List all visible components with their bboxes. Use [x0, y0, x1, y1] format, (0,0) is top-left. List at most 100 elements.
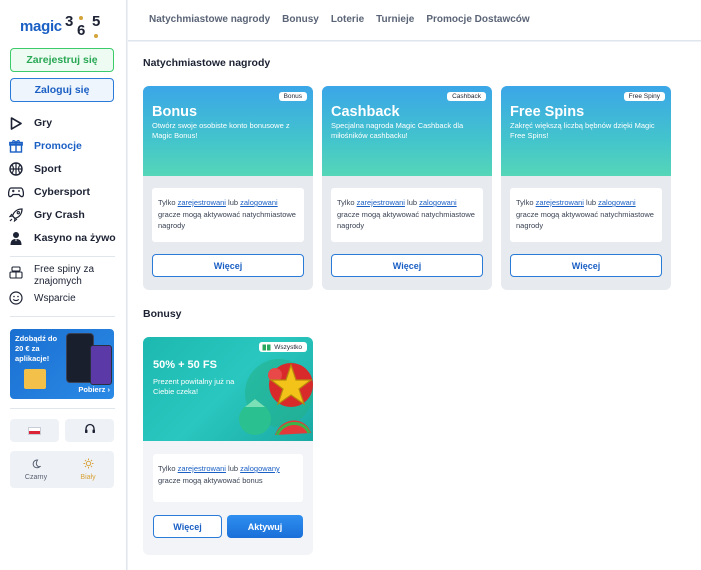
sidebar-item-label: Gry Crash	[34, 209, 85, 221]
sidebar-item-label: Cybersport	[34, 186, 91, 198]
card-info: Tylko zarejestrowani lub zalogowani grac…	[152, 188, 304, 242]
sidebar-item-label: Promocje	[34, 140, 82, 152]
registered-link[interactable]: zarejestrowani	[178, 198, 226, 207]
card-description: Specjalna nagroda Magic Cashback dla mił…	[331, 121, 464, 141]
support-chat-button[interactable]	[65, 419, 114, 442]
info-text: lub	[225, 464, 241, 473]
referral-icon	[8, 264, 24, 280]
slot-symbols-illustration	[239, 359, 313, 436]
info-text: Tylko	[516, 198, 536, 207]
phone-illustration	[90, 345, 112, 385]
reward-card-free-spins: Free Spiny Free Spins Zakręć większą lic…	[501, 86, 671, 290]
tab-tournaments[interactable]: Turnieje	[376, 14, 414, 25]
logo-digit-5: 5	[92, 13, 101, 30]
login-button[interactable]: Zaloguj się	[10, 78, 114, 102]
gift-icon	[262, 344, 271, 351]
sidebar-item-label: Sport	[34, 163, 62, 175]
sidebar-item-games[interactable]: Gry	[8, 113, 123, 133]
logo[interactable]: magic 3 6 5	[20, 13, 104, 40]
card-description: Otwórz swoje osobiste konto bonusowe z M…	[152, 121, 290, 141]
info-text: lub	[225, 198, 241, 207]
sidebar-item-label: Free spiny za znajomych	[34, 264, 95, 287]
registered-link[interactable]: zarejestrowani	[178, 464, 226, 473]
more-button[interactable]: Więcej	[510, 254, 662, 277]
bonus-title: 50% + 50 FS	[153, 359, 217, 371]
theme-light-label: Biały	[80, 474, 96, 481]
sidebar-item-promotions[interactable]: Promocje	[8, 136, 123, 156]
sidebar-item-support[interactable]: Wsparcie	[8, 288, 123, 308]
more-button[interactable]: Więcej	[331, 254, 483, 277]
card-description: Zakręć większą liczbą bębnów dzięki Magi…	[510, 121, 655, 141]
sun-icon	[83, 458, 94, 471]
logo-digit-3: 3	[65, 13, 74, 30]
top-navigation: Natychmiastowe nagrody Bonusy Loterie Tu…	[128, 0, 701, 41]
info-text: gracze mogą aktywować natychmiastowe nag…	[516, 209, 654, 231]
card-badge: Cashback	[447, 92, 486, 101]
section-title-instant-rewards: Natychmiastowe nagrody	[143, 57, 271, 69]
app-download-banner[interactable]: Zdobądź do 20 € za aplikacje! Pobierz ›	[10, 329, 114, 399]
info-text: Tylko	[158, 198, 178, 207]
info-text: Tylko	[158, 464, 178, 473]
sidebar-item-live-casino[interactable]: Kasyno na żywo	[8, 228, 123, 248]
sidebar-item-label: Gry	[34, 117, 53, 129]
app-download-cta[interactable]: Pobierz ›	[78, 385, 110, 394]
theme-light-option[interactable]: Biały	[62, 451, 114, 488]
sidebar-item-label: Wsparcie	[34, 292, 76, 304]
info-text: gracze mogą aktywować natychmiastowe nag…	[158, 209, 296, 231]
smile-icon	[8, 290, 24, 306]
registered-link[interactable]: zarejestrowani	[357, 198, 405, 207]
logo-word: magic	[20, 18, 62, 35]
basketball-icon	[8, 161, 24, 177]
register-button[interactable]: Zarejestruj się	[10, 48, 114, 72]
card-title: Cashback	[331, 104, 400, 120]
tab-lotteries[interactable]: Loterie	[331, 14, 364, 25]
sidebar: magic 3 6 5 Zarejestruj się Zaloguj się …	[0, 0, 127, 570]
info-text: gracze mogą aktywować natychmiastowe nag…	[337, 209, 475, 231]
logged-in-link[interactable]: zalogowani	[240, 198, 278, 207]
play-icon	[8, 115, 24, 131]
tab-instant-rewards[interactable]: Natychmiastowe nagrody	[149, 14, 270, 25]
card-title: Bonus	[152, 104, 198, 120]
logged-in-link[interactable]: zalogowani	[419, 198, 457, 207]
divider	[10, 256, 115, 257]
divider	[10, 316, 115, 317]
language-button[interactable]	[10, 419, 59, 442]
card-badge: Free Spiny	[623, 92, 665, 101]
section-title-bonuses: Bonusy	[143, 308, 182, 320]
sidebar-item-crash-games[interactable]: Gry Crash	[8, 205, 123, 225]
sidebar-item-sport[interactable]: Sport	[8, 159, 123, 179]
logo-dot	[79, 16, 83, 20]
sidebar-item-label: Kasyno na żywo	[34, 232, 116, 244]
gamepad-icon	[8, 184, 24, 200]
rocket-icon	[8, 207, 24, 223]
reward-card-cashback: Cashback Cashback Specjalna nagroda Magi…	[322, 86, 492, 290]
registered-link[interactable]: zarejestrowani	[536, 198, 584, 207]
card-badge: Bonus	[278, 92, 307, 101]
bonus-more-button[interactable]: Więcej	[153, 515, 222, 538]
bonus-card: Wszystko 50% + 50 FS Prezent powitalny j…	[143, 337, 313, 555]
info-text: gracze mogą aktywować bonus	[158, 475, 263, 485]
app-banner-text: Zdobądź do 20 € za aplikacje!	[15, 334, 58, 363]
theme-switcher: Czarny Biały	[10, 451, 114, 488]
more-button[interactable]: Więcej	[152, 254, 304, 277]
sidebar-item-referral[interactable]: Free spiny za znajomych	[8, 264, 123, 288]
info-text: lub	[404, 198, 420, 207]
info-text: lub	[583, 198, 599, 207]
card-header: Cashback Cashback Specjalna nagroda Magi…	[322, 86, 492, 176]
app-download-cta-label: Pobierz	[78, 385, 106, 394]
card-info: Tylko zarejestrowani lub zalogowani grac…	[331, 188, 483, 242]
card-info: Tylko zarejestrowani lub zalogowani grac…	[510, 188, 662, 242]
tab-bonuses[interactable]: Bonusy	[282, 14, 319, 25]
logged-in-link[interactable]: zalogowani	[598, 198, 636, 207]
flag-icon	[28, 426, 41, 435]
dealer-icon	[8, 230, 24, 246]
logged-in-link[interactable]: zalogowany	[240, 464, 280, 473]
gift-illustration	[24, 369, 46, 389]
activate-button[interactable]: Aktywuj	[227, 515, 303, 538]
divider	[10, 408, 115, 409]
theme-dark-option[interactable]: Czarny	[10, 451, 62, 488]
sidebar-item-cybersport[interactable]: Cybersport	[8, 182, 123, 202]
bonus-badge: Wszystko	[259, 342, 307, 352]
moon-icon	[31, 458, 42, 471]
tab-provider-promotions[interactable]: Promocje Dostawców	[426, 14, 529, 25]
